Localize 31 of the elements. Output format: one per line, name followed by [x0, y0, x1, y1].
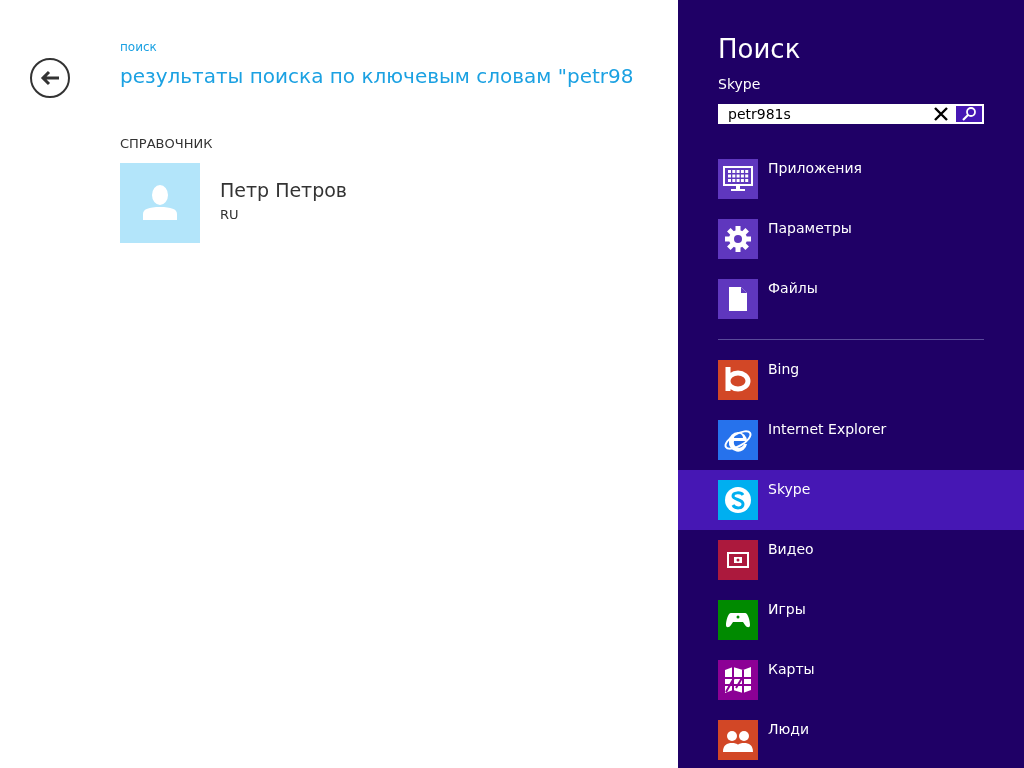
- close-icon: [933, 106, 949, 122]
- app-item[interactable]: Игры: [678, 590, 1024, 650]
- search-button[interactable]: [956, 104, 984, 124]
- app-item[interactable]: Люди: [678, 710, 1024, 768]
- gamepad-icon: [726, 612, 750, 628]
- video-frame-icon: [727, 552, 749, 568]
- clear-button[interactable]: [926, 104, 956, 124]
- back-button[interactable]: [30, 58, 70, 98]
- scope-item[interactable]: Параметры: [678, 209, 1024, 269]
- section-heading: СПРАВОЧНИК: [120, 136, 213, 151]
- app-item[interactable]: Skype: [678, 470, 1024, 530]
- arrow-left-icon: [40, 70, 60, 86]
- pane-title: Поиск: [718, 34, 801, 64]
- app-item[interactable]: Bing: [678, 350, 1024, 410]
- app-item[interactable]: Internet Explorer: [678, 410, 1024, 470]
- document-icon: [728, 286, 748, 312]
- page-title: результаты поиска по ключевым словам "petr98: [120, 64, 634, 88]
- search-field[interactable]: petr981s: [718, 104, 926, 124]
- search-scope-label: Skype: [718, 76, 761, 92]
- person-silhouette-icon: [143, 184, 177, 222]
- scope-item[interactable]: Файлы: [678, 269, 1024, 329]
- app-item[interactable]: Видео: [678, 530, 1024, 590]
- app-item[interactable]: Карты: [678, 650, 1024, 710]
- monitor-keyboard-icon: [723, 166, 753, 192]
- contact-region: RU: [220, 207, 240, 222]
- gear-icon: [725, 226, 751, 252]
- contact-name[interactable]: Петр Петров: [220, 179, 348, 201]
- scope-item[interactable]: Приложения: [678, 149, 1024, 209]
- search-icon: [961, 106, 977, 122]
- people-icon: [723, 728, 753, 752]
- map-grid-icon: [724, 666, 752, 694]
